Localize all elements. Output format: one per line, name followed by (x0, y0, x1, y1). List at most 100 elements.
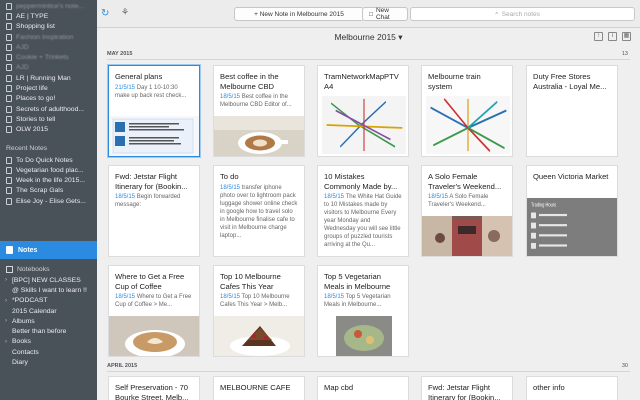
note-card-title: A Solo Female Traveler's Weekend... (428, 172, 502, 191)
sidebar-shortcut[interactable]: OLW 2015 (0, 125, 97, 135)
note-card[interactable]: other info (526, 376, 618, 400)
notebook-label: Diary (12, 359, 28, 367)
notebook-item[interactable]: › [BPC] NEW CLASSES (0, 275, 97, 285)
chevron-right-icon[interactable]: › (5, 298, 11, 304)
chevron-right-icon[interactable]: › (5, 339, 11, 345)
recent-note-item[interactable]: Vegetarian food plac... (0, 165, 97, 175)
note-card-date: 18/5/15 (115, 294, 136, 301)
note-card[interactable]: Duty Free Stores Australia - Loyal Me... (526, 65, 618, 157)
sidebar-shortcut[interactable]: Shopping list (0, 22, 97, 32)
note-card-snippet: 18/5/15 Best coffee in the Melbourne CBD… (214, 91, 304, 109)
shortcut-label: AE | TYPE (16, 12, 49, 20)
sidebar-shortcut[interactable]: Places to go! (0, 94, 97, 104)
note-card-title: TramNetworkMapPTV A4 (324, 72, 399, 91)
notebook-item[interactable]: Diary (0, 357, 97, 367)
recent-note-item[interactable]: The Scrap Gals (0, 186, 97, 196)
chevron-right-icon[interactable]: › (5, 318, 11, 324)
sidebar-shortcut[interactable]: AJD (0, 42, 97, 52)
sidebar-shortcut[interactable]: Cookie + Trinkets (0, 52, 97, 62)
note-icon (6, 197, 12, 205)
sidebar-shortcut[interactable]: peppermintice's note... (0, 1, 97, 11)
note-card-date: 18/5/15 (220, 94, 241, 101)
note-card[interactable]: Fwd: Jetstar Flight Itinerary for (Booki… (108, 165, 200, 257)
notebook-item[interactable]: Better than before (0, 326, 97, 336)
sidebar-shortcut[interactable]: Secrets of adulthood... (0, 104, 97, 114)
notebooks-header[interactable]: Notebooks (0, 263, 97, 275)
notebook-item[interactable]: › Albums (0, 316, 97, 326)
notebooks-list: › [BPC] NEW CLASSES @ Skills I want to lea… (0, 275, 97, 368)
sidebar-shortcut[interactable]: AJD (0, 63, 97, 73)
note-card[interactable]: 10 Mistakes Commonly Made by... 18/5/15 T… (317, 165, 409, 257)
note-card-title: Top 5 Vegetarian Meals in Melbourne (324, 272, 391, 291)
note-card-date: 18/5/15 (115, 194, 136, 201)
notebook-item[interactable]: › *PODCAST (0, 296, 97, 306)
notebook-item[interactable]: @ Skills I want to learn !! (0, 285, 97, 295)
sidebar-shortcut[interactable]: LR | Running Man (0, 73, 97, 83)
sidebar-shortcut[interactable]: Stories to tell (0, 114, 97, 124)
note-card[interactable]: Where to Get a Free Cup of Coffee 18/5/15… (108, 265, 200, 357)
shortcut-label: Project life (16, 85, 48, 93)
note-card-thumbnail (533, 92, 611, 150)
sidebar-item-notes[interactable]: Notes (0, 241, 97, 259)
note-card[interactable]: A Solo Female Traveler's Weekend... 18/5/… (421, 165, 513, 257)
shortcut-label: peppermintice's note... (16, 2, 85, 10)
shortcuts-list: peppermintice's note... AE | TYPE Shopping… (0, 0, 97, 135)
shortcut-label: Shopping list (16, 23, 55, 31)
note-card-title: Self Preservation - 70 Bourke Street, Me… (115, 383, 189, 400)
sidebar-shortcut[interactable]: AE | TYPE (0, 11, 97, 21)
note-card[interactable]: Fwd: Jetstar Flight Itinerary for (Booki… (421, 376, 513, 400)
note-icon (6, 126, 12, 134)
new-chat-button[interactable]: □ New Chat (362, 7, 408, 21)
recent-note-label: Elise Joy - Elise Gets... (16, 197, 86, 205)
note-card[interactable]: Best coffee in the Melbourne CBD 18/5/15 … (213, 65, 305, 157)
note-card[interactable]: TramNetworkMapPTV A4 (317, 65, 409, 157)
note-icon (6, 43, 12, 51)
note-card-title: 10 Mistakes Commonly Made by... (324, 172, 398, 191)
note-card[interactable]: To do 18/5/15 transfer iphone photo over … (213, 165, 305, 257)
note-card-snippet: 18/5/15 Top 10 Melbourne Cafes This Year… (214, 291, 304, 309)
sidebar-shortcut[interactable]: Fashion Inspiration (0, 32, 97, 42)
note-icon (6, 33, 12, 41)
notebook-label: Albums (12, 317, 35, 325)
note-card[interactable]: Map cbd (317, 376, 409, 400)
shortcut-label: OLW 2015 (16, 126, 48, 134)
sync-icon[interactable]: ↻ (101, 8, 112, 19)
note-card[interactable]: Melbourne train system (421, 65, 513, 157)
note-card-thumbnail (322, 96, 406, 154)
chevron-right-icon[interactable]: › (5, 277, 11, 283)
share-icon[interactable]: ↑ (594, 32, 603, 41)
notebook-item[interactable]: › Books (0, 337, 97, 347)
shortcut-label: Fashion Inspiration (16, 33, 74, 41)
section-header-april: APRIL 2015 30 (107, 363, 630, 372)
section-header-may: MAY 2015 13 (107, 51, 630, 60)
recent-note-item[interactable]: To Do Quick Notes (0, 155, 97, 165)
note-card[interactable]: Top 5 Vegetarian Meals in Melbourne 18/5/… (317, 265, 409, 357)
notebook-label: Books (12, 338, 31, 346)
search-input[interactable]: ⌕ Search notes (410, 7, 635, 21)
note-card[interactable]: General plans 21/5/15 Day 1 10-10:30 make… (108, 65, 200, 157)
notebook-item[interactable]: Contacts (0, 347, 97, 357)
recent-note-label: To Do Quick Notes (16, 156, 73, 164)
note-card[interactable]: MELBOURNE CAFE (213, 376, 305, 400)
recent-note-item[interactable]: Week in the life 2015... (0, 175, 97, 185)
recent-note-item[interactable]: Elise Joy - Elise Gets... (0, 196, 97, 206)
toolbar: ↻ ⚘ + New Note in Melbourne 2015 □ New C… (97, 0, 640, 28)
note-card[interactable]: Self Preservation - 70 Bourke Street, Me… (108, 376, 200, 400)
notebook-item[interactable]: 2015 Calendar (0, 306, 97, 316)
note-card-thumbnail (214, 116, 304, 156)
new-note-button[interactable]: + New Note in Melbourne 2015 (234, 7, 364, 21)
notebook-label: Contacts (12, 348, 39, 356)
sidebar-shortcut[interactable]: Project life (0, 83, 97, 93)
notebook-title[interactable]: Melbourne 2015 ▾ (97, 32, 640, 43)
info-icon[interactable]: i (608, 32, 617, 41)
recent-note-label: Week in the life 2015... (16, 177, 86, 185)
note-icon (6, 177, 12, 185)
note-card-snippet: 18/5/15 Top 5 Vegetarian Meals in Melbou… (318, 291, 408, 309)
shortcut-label: Stories to tell (16, 115, 56, 123)
note-icon (6, 23, 12, 31)
grid-view-icon[interactable]: ▦ (622, 32, 631, 41)
note-card[interactable]: Queen Victoria Market Trading Hours (526, 165, 618, 257)
note-icon (6, 156, 12, 164)
activity-icon[interactable]: ⚘ (121, 7, 131, 19)
note-card[interactable]: Top 10 Melbourne Cafes This Year 18/5/15 … (213, 265, 305, 357)
